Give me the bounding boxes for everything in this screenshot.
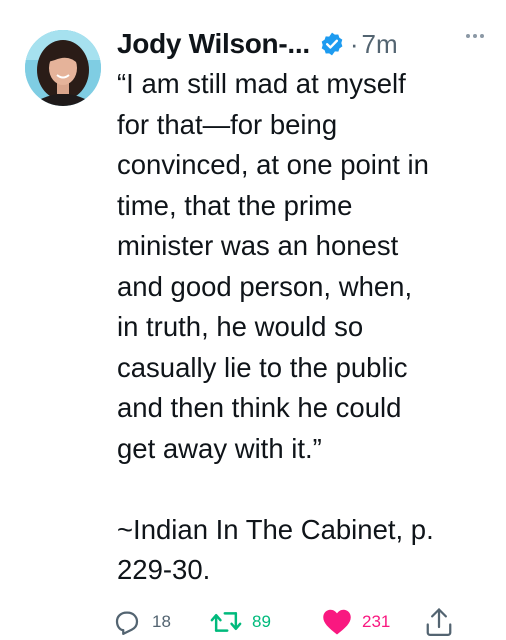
reply-button[interactable]: 18 — [112, 607, 171, 637]
retweet-button[interactable]: 89 — [210, 607, 271, 637]
heart-icon — [323, 609, 351, 635]
more-icon[interactable] — [466, 34, 484, 38]
avatar[interactable] — [25, 30, 101, 106]
share-button[interactable] — [425, 607, 453, 637]
retweet-icon — [210, 612, 242, 632]
like-count: 231 — [362, 612, 391, 631]
retweet-count: 89 — [252, 612, 271, 631]
timestamp[interactable]: 7m — [362, 29, 398, 60]
author-name[interactable]: Jody Wilson-... — [117, 28, 310, 60]
separator-dot: · — [349, 28, 359, 59]
reply-icon — [115, 611, 139, 635]
avatar-image — [25, 30, 101, 106]
reply-count: 18 — [152, 612, 171, 631]
share-icon — [426, 608, 452, 636]
tweet-actions: 18 89 231 — [112, 607, 472, 637]
verified-badge-icon — [319, 31, 345, 57]
like-button[interactable]: 231 — [322, 607, 390, 637]
tweet-header: Jody Wilson-... · 7m — [117, 26, 492, 62]
tweet-text: “I am still mad at myself for that—for b… — [117, 68, 434, 585]
